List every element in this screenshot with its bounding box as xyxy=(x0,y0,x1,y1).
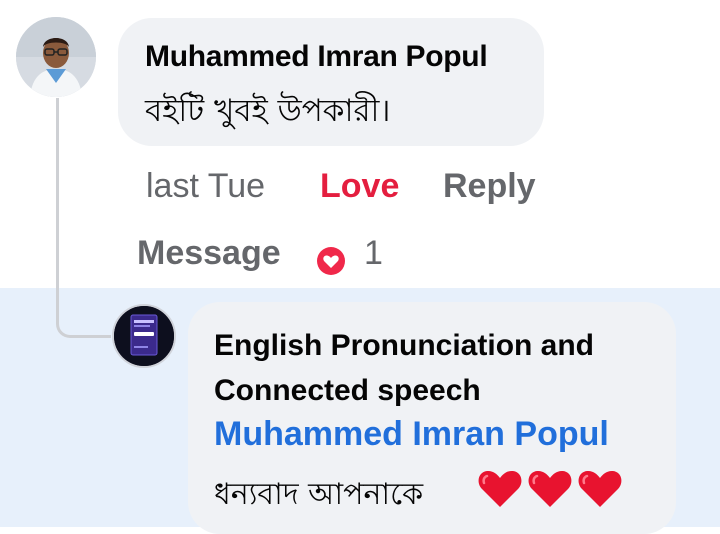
comment-author-name[interactable]: Muhammed Imran Popul xyxy=(145,40,488,74)
page-avatar[interactable] xyxy=(112,304,176,368)
avatar[interactable] xyxy=(16,17,96,97)
reply-author-name[interactable]: English Pronunciation and Connected spee… xyxy=(214,323,644,413)
mentioned-user-link[interactable]: Muhammed Imran Popul xyxy=(214,415,609,454)
love-reaction-button[interactable]: Love xyxy=(320,167,399,206)
book-cover-icon xyxy=(114,306,174,366)
red-heart-icon xyxy=(578,470,622,507)
reply-button[interactable]: Reply xyxy=(443,167,536,206)
comment-text: বইটি খুবই উপকারী। xyxy=(145,93,391,129)
thread-connector-line xyxy=(56,98,111,338)
red-heart-icon xyxy=(528,470,572,507)
heart-reaction-icon[interactable] xyxy=(314,244,348,278)
red-heart-icon xyxy=(478,470,522,507)
reaction-count[interactable]: 1 xyxy=(364,234,383,273)
reply-text: ধন্যবাদ আপনাকে xyxy=(214,477,424,512)
comment-timestamp[interactable]: last Tue xyxy=(146,167,265,206)
message-button[interactable]: Message xyxy=(137,234,281,273)
heart-emoji-group xyxy=(476,464,624,512)
profile-photo-icon xyxy=(16,17,96,97)
